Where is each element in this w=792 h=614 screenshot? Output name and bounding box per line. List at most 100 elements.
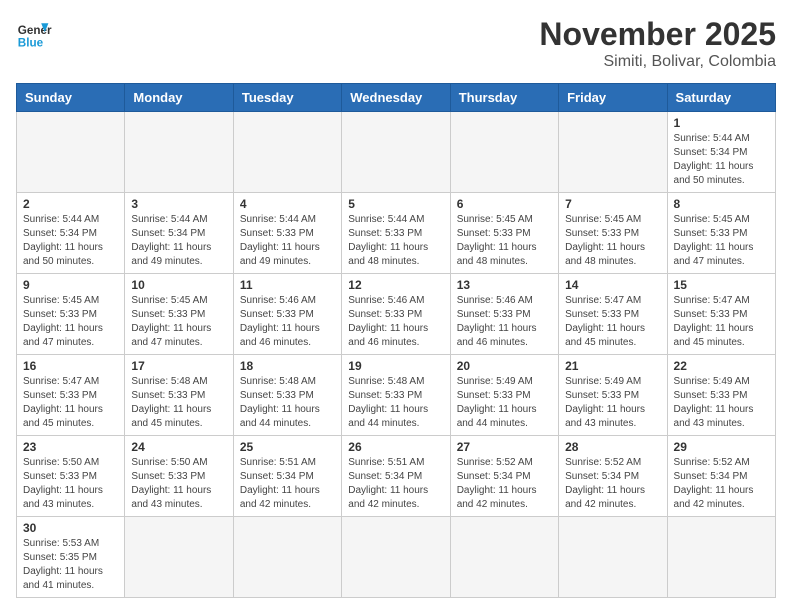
calendar-cell: 7Sunrise: 5:45 AMSunset: 5:33 PMDaylight… xyxy=(559,193,667,274)
calendar-cell xyxy=(233,517,341,598)
day-number: 17 xyxy=(131,359,226,373)
calendar-cell xyxy=(450,517,558,598)
weekday-header-saturday: Saturday xyxy=(667,84,775,112)
day-info: Sunrise: 5:51 AMSunset: 5:34 PMDaylight:… xyxy=(348,456,443,512)
calendar-cell: 23 Sunrise: 5:50 AMSunset: 5:33 PMDayligh… xyxy=(17,436,125,517)
calendar-cell: 26 Sunrise: 5:51 AMSunset: 5:34 PMDayligh… xyxy=(342,436,450,517)
weekday-header-row: SundayMondayTuesdayWednesdayThursdayFrid… xyxy=(17,84,776,112)
day-info: Sunrise: 5:45 AMSunset: 5:33 PMDaylight:… xyxy=(674,213,769,269)
day-number: 14 xyxy=(565,278,660,292)
weekday-header-monday: Monday xyxy=(125,84,233,112)
page-header: General Blue November 2025 Simiti, Boliv… xyxy=(16,16,776,71)
day-info: Sunrise: 5:50 AMSunset: 5:33 PMDaylight:… xyxy=(131,456,226,512)
calendar-cell: 8 Sunrise: 5:45 AMSunset: 5:33 PMDaylight… xyxy=(667,193,775,274)
day-number: 5 xyxy=(348,197,443,211)
day-number: 24 xyxy=(131,440,226,454)
day-info: Sunrise: 5:46 AMSunset: 5:33 PMDaylight:… xyxy=(348,294,443,350)
calendar-cell: 20 Sunrise: 5:49 AMSunset: 5:33 PMDayligh… xyxy=(450,355,558,436)
calendar-week-row: 1 Sunrise: 5:44 AMSunset: 5:34 PMDaylight… xyxy=(17,112,776,193)
weekday-header-thursday: Thursday xyxy=(450,84,558,112)
calendar-week-row: 23 Sunrise: 5:50 AMSunset: 5:33 PMDayligh… xyxy=(17,436,776,517)
calendar-cell: 17 Sunrise: 5:48 AMSunset: 5:33 PMDayligh… xyxy=(125,355,233,436)
day-number: 10 xyxy=(131,278,226,292)
day-number: 12 xyxy=(348,278,443,292)
day-info: Sunrise: 5:52 AMSunset: 5:34 PMDaylight:… xyxy=(565,456,660,512)
day-info: Sunrise: 5:47 AMSunset: 5:33 PMDaylight:… xyxy=(565,294,660,350)
day-number: 4 xyxy=(240,197,335,211)
calendar-cell xyxy=(450,112,558,193)
calendar-cell: 25Sunrise: 5:51 AMSunset: 5:34 PMDayligh… xyxy=(233,436,341,517)
page-title: November 2025 xyxy=(539,16,776,53)
day-number: 1 xyxy=(674,116,769,130)
day-info: Sunrise: 5:47 AMSunset: 5:33 PMDaylight:… xyxy=(674,294,769,350)
calendar-cell xyxy=(342,517,450,598)
weekday-header-friday: Friday xyxy=(559,84,667,112)
calendar-cell: 1 Sunrise: 5:44 AMSunset: 5:34 PMDaylight… xyxy=(667,112,775,193)
calendar-cell: 5 Sunrise: 5:44 AMSunset: 5:33 PMDaylight… xyxy=(342,193,450,274)
day-number: 11 xyxy=(240,278,335,292)
calendar-cell: 10 Sunrise: 5:45 AMSunset: 5:33 PMDayligh… xyxy=(125,274,233,355)
day-info: Sunrise: 5:45 AMSunset: 5:33 PMDaylight:… xyxy=(131,294,226,350)
weekday-header-wednesday: Wednesday xyxy=(342,84,450,112)
day-info: Sunrise: 5:52 AMSunset: 5:34 PMDaylight:… xyxy=(457,456,552,512)
day-info: Sunrise: 5:46 AMSunset: 5:33 PMDaylight:… xyxy=(240,294,335,350)
day-number: 19 xyxy=(348,359,443,373)
day-info: Sunrise: 5:45 AMSunset: 5:33 PMDaylight:… xyxy=(457,213,552,269)
calendar-cell: 15 Sunrise: 5:47 AMSunset: 5:33 PMDayligh… xyxy=(667,274,775,355)
day-number: 28 xyxy=(565,440,660,454)
day-info: Sunrise: 5:44 AMSunset: 5:33 PMDaylight:… xyxy=(240,213,335,269)
calendar-table: SundayMondayTuesdayWednesdayThursdayFrid… xyxy=(16,83,776,598)
day-number: 29 xyxy=(674,440,769,454)
day-number: 22 xyxy=(674,359,769,373)
weekday-header-sunday: Sunday xyxy=(17,84,125,112)
day-number: 26 xyxy=(348,440,443,454)
day-number: 23 xyxy=(23,440,118,454)
calendar-cell: 2 Sunrise: 5:44 AMSunset: 5:34 PMDaylight… xyxy=(17,193,125,274)
calendar-cell: 29Sunrise: 5:52 AMSunset: 5:34 PMDayligh… xyxy=(667,436,775,517)
day-number: 8 xyxy=(674,197,769,211)
svg-text:Blue: Blue xyxy=(18,37,44,50)
day-info: Sunrise: 5:44 AMSunset: 5:33 PMDaylight:… xyxy=(348,213,443,269)
weekday-header-tuesday: Tuesday xyxy=(233,84,341,112)
calendar-cell: 11 Sunrise: 5:46 AMSunset: 5:33 PMDayligh… xyxy=(233,274,341,355)
calendar-cell: 22Sunrise: 5:49 AMSunset: 5:33 PMDayligh… xyxy=(667,355,775,436)
calendar-week-row: 2 Sunrise: 5:44 AMSunset: 5:34 PMDaylight… xyxy=(17,193,776,274)
day-number: 21 xyxy=(565,359,660,373)
day-number: 20 xyxy=(457,359,552,373)
day-info: Sunrise: 5:45 AMSunset: 5:33 PMDaylight:… xyxy=(565,213,660,269)
calendar-cell xyxy=(559,517,667,598)
day-number: 16 xyxy=(23,359,118,373)
day-info: Sunrise: 5:50 AMSunset: 5:33 PMDaylight:… xyxy=(23,456,118,512)
calendar-cell: 14 Sunrise: 5:47 AMSunset: 5:33 PMDayligh… xyxy=(559,274,667,355)
page-subtitle: Simiti, Bolivar, Colombia xyxy=(539,53,776,71)
calendar-cell: 24 Sunrise: 5:50 AMSunset: 5:33 PMDayligh… xyxy=(125,436,233,517)
day-number: 3 xyxy=(131,197,226,211)
calendar-cell xyxy=(17,112,125,193)
day-number: 15 xyxy=(674,278,769,292)
title-block: November 2025 Simiti, Bolivar, Colombia xyxy=(539,16,776,71)
calendar-cell: 19Sunrise: 5:48 AMSunset: 5:33 PMDayligh… xyxy=(342,355,450,436)
calendar-week-row: 16 Sunrise: 5:47 AMSunset: 5:33 PMDayligh… xyxy=(17,355,776,436)
day-number: 2 xyxy=(23,197,118,211)
calendar-cell: 18Sunrise: 5:48 AMSunset: 5:33 PMDayligh… xyxy=(233,355,341,436)
logo: General Blue xyxy=(16,16,52,52)
calendar-cell xyxy=(233,112,341,193)
day-number: 6 xyxy=(457,197,552,211)
calendar-week-row: 30Sunrise: 5:53 AMSunset: 5:35 PMDayligh… xyxy=(17,517,776,598)
day-info: Sunrise: 5:44 AMSunset: 5:34 PMDaylight:… xyxy=(23,213,118,269)
day-info: Sunrise: 5:48 AMSunset: 5:33 PMDaylight:… xyxy=(131,375,226,431)
day-info: Sunrise: 5:44 AMSunset: 5:34 PMDaylight:… xyxy=(674,132,769,188)
calendar-cell: 21Sunrise: 5:49 AMSunset: 5:33 PMDayligh… xyxy=(559,355,667,436)
calendar-week-row: 9Sunrise: 5:45 AMSunset: 5:33 PMDaylight… xyxy=(17,274,776,355)
logo-icon: General Blue xyxy=(16,16,52,52)
calendar-cell: 3Sunrise: 5:44 AMSunset: 5:34 PMDaylight… xyxy=(125,193,233,274)
day-info: Sunrise: 5:45 AMSunset: 5:33 PMDaylight:… xyxy=(23,294,118,350)
day-info: Sunrise: 5:47 AMSunset: 5:33 PMDaylight:… xyxy=(23,375,118,431)
calendar-cell: 28 Sunrise: 5:52 AMSunset: 5:34 PMDayligh… xyxy=(559,436,667,517)
calendar-cell xyxy=(125,112,233,193)
calendar-cell: 27Sunrise: 5:52 AMSunset: 5:34 PMDayligh… xyxy=(450,436,558,517)
day-info: Sunrise: 5:49 AMSunset: 5:33 PMDaylight:… xyxy=(457,375,552,431)
day-info: Sunrise: 5:51 AMSunset: 5:34 PMDaylight:… xyxy=(240,456,335,512)
calendar-cell xyxy=(125,517,233,598)
calendar-cell xyxy=(667,517,775,598)
